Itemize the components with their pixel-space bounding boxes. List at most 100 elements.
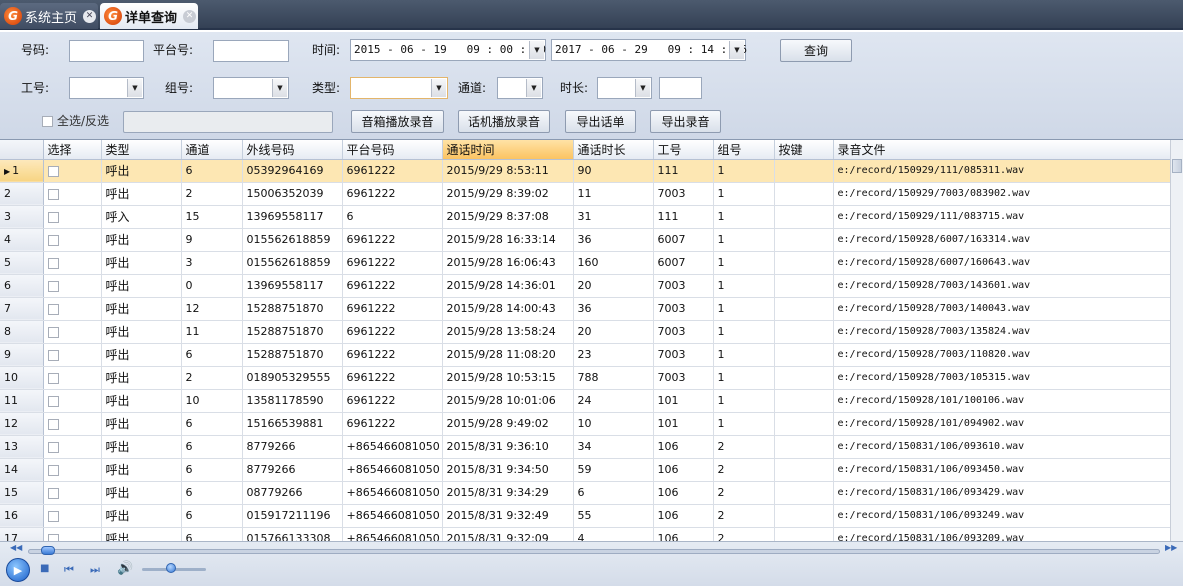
platform-input[interactable] — [213, 40, 289, 62]
table-row[interactable]: 15 呼出 6 08779266 +865466081050 2015/8/31 9:34… — [0, 481, 1171, 505]
column-header[interactable]: 类型 — [101, 140, 182, 160]
seek-bar[interactable] — [28, 549, 1160, 554]
chevron-down-icon[interactable]: ▼ — [526, 79, 541, 97]
row-number[interactable]: 9 — [0, 343, 44, 367]
row-number[interactable]: ▶ 1 — [0, 159, 44, 183]
row-checkbox[interactable] — [47, 395, 59, 407]
table-row[interactable]: 8 呼出 11 15288751870 6961222 2015/9/28 13:58:2… — [0, 320, 1171, 344]
row-number[interactable]: 2 — [0, 182, 44, 206]
table-row[interactable]: 16 呼出 6 015917211196 +865466081050 2015/8/31 … — [0, 504, 1171, 528]
close-icon[interactable]: ✕ — [83, 9, 97, 23]
row-checkbox[interactable] — [47, 326, 59, 338]
table-row[interactable]: 9 呼出 6 15288751870 6961222 2015/9/28 11:08:20… — [0, 343, 1171, 367]
volume-thumb[interactable] — [166, 563, 177, 573]
row-checkbox[interactable] — [47, 533, 59, 541]
speaker-play-button[interactable]: 音箱播放录音 — [351, 110, 444, 133]
row-number[interactable]: 13 — [0, 435, 44, 459]
close-icon[interactable]: ✕ — [183, 9, 197, 23]
table-row[interactable]: 5 呼出 3 015562618859 6961222 2015/9/28 16:06:4… — [0, 251, 1171, 275]
previous-icon[interactable]: ⏮ — [64, 563, 74, 577]
column-header[interactable]: 工号 — [653, 140, 714, 160]
row-checkbox[interactable] — [47, 487, 59, 499]
row-number[interactable]: 10 — [0, 366, 44, 390]
next-icon[interactable]: ⏭ — [90, 563, 100, 577]
column-header[interactable]: 组号 — [713, 140, 775, 160]
chevron-down-icon[interactable]: ▼ — [529, 41, 544, 59]
export-calls-button[interactable]: 导出话单 — [565, 110, 636, 133]
row-checkbox[interactable] — [47, 349, 59, 361]
seek-thumb[interactable] — [41, 546, 56, 555]
seek-forward-icon[interactable]: ▶▶ — [1165, 543, 1177, 552]
row-number[interactable]: 4 — [0, 228, 44, 252]
chevron-down-icon[interactable]: ▼ — [272, 79, 287, 97]
column-header[interactable]: 外线号码 — [242, 140, 343, 160]
row-checkbox[interactable] — [47, 165, 59, 177]
row-number[interactable]: 11 — [0, 389, 44, 413]
table-row[interactable]: 10 呼出 2 018905329555 6961222 2015/9/28 10:53:… — [0, 366, 1171, 390]
table-row[interactable]: 2 呼出 2 15006352039 6961222 2015/9/29 8:39:02 1… — [0, 182, 1171, 206]
scrollbar-thumb[interactable] — [1172, 159, 1182, 173]
column-header[interactable]: 通道 — [181, 140, 243, 160]
end-time-picker[interactable]: 2017 - 06 - 29 09 : 14 : 46 ▼ — [551, 39, 747, 61]
select-all-checkbox[interactable] — [42, 116, 53, 127]
row-checkbox[interactable] — [47, 234, 59, 246]
column-header[interactable]: 通话时长 — [573, 140, 654, 160]
export-recordings-button[interactable]: 导出录音 — [650, 110, 721, 133]
chevron-down-icon[interactable]: ▼ — [729, 41, 744, 59]
channel-select[interactable]: ▼ — [497, 77, 543, 99]
row-number[interactable]: 14 — [0, 458, 44, 482]
number-input[interactable] — [69, 40, 144, 62]
column-header[interactable]: 平台号码 — [342, 140, 443, 160]
column-header[interactable]: 选择 — [43, 140, 102, 160]
row-number[interactable]: 6 — [0, 274, 44, 298]
row-checkbox[interactable] — [47, 280, 59, 292]
table-row[interactable]: 7 呼出 12 15288751870 6961222 2015/9/28 14:00:4… — [0, 297, 1171, 321]
row-checkbox[interactable] — [47, 464, 59, 476]
table-row[interactable]: 11 呼出 10 13581178590 6961222 2015/9/28 10:01:… — [0, 389, 1171, 413]
row-checkbox[interactable] — [47, 211, 59, 223]
row-number[interactable]: 3 — [0, 205, 44, 229]
type-select[interactable]: ▼ — [350, 77, 448, 99]
row-checkbox[interactable] — [47, 303, 59, 315]
table-row[interactable]: ▶ 1 呼出 6 05392964169 6961222 2015/9/29 8:53:11… — [0, 159, 1171, 183]
table-row[interactable]: 12 呼出 6 15166539881 6961222 2015/9/28 9:49:02… — [0, 412, 1171, 436]
tab-home[interactable]: G 系统主页 ✕ — [0, 3, 98, 29]
start-time-picker[interactable]: 2015 - 06 - 19 09 : 00 : 00 ▼ — [350, 39, 546, 61]
job-select[interactable]: ▼ — [69, 77, 144, 99]
chevron-down-icon[interactable]: ▼ — [431, 79, 446, 97]
row-number[interactable]: 7 — [0, 297, 44, 321]
phone-play-button[interactable]: 话机播放录音 — [458, 110, 550, 133]
row-checkbox[interactable] — [47, 418, 59, 430]
tab-call-detail[interactable]: G 详单查询 ✕ — [100, 3, 198, 29]
row-checkbox[interactable] — [47, 510, 59, 522]
chevron-down-icon[interactable]: ▼ — [127, 79, 142, 97]
row-number[interactable]: 15 — [0, 481, 44, 505]
row-checkbox[interactable] — [47, 441, 59, 453]
column-header[interactable]: 通话时间 — [442, 140, 574, 160]
column-header[interactable]: 按键 — [774, 140, 834, 160]
row-number[interactable]: 17 — [0, 527, 44, 541]
table-row[interactable]: 13 呼出 6 8779266 +865466081050 2015/8/31 9:36:… — [0, 435, 1171, 459]
row-number[interactable]: 5 — [0, 251, 44, 275]
row-number[interactable]: 12 — [0, 412, 44, 436]
row-checkbox[interactable] — [47, 188, 59, 200]
table-row[interactable]: 17 呼出 6 015766133308 +865466081050 2015/8/31 … — [0, 527, 1171, 541]
play-icon[interactable]: ▶ — [6, 558, 30, 582]
row-number[interactable]: 8 — [0, 320, 44, 344]
duration-input[interactable] — [659, 77, 702, 99]
duration-operator-select[interactable]: ▼ — [597, 77, 652, 99]
table-row[interactable]: 3 呼入 15 13969558117 6 2015/9/29 8:37:08 31 111 1… — [0, 205, 1171, 229]
group-select[interactable]: ▼ — [213, 77, 289, 99]
row-checkbox[interactable] — [47, 372, 59, 384]
speaker-icon[interactable]: 🔊 — [117, 561, 133, 576]
row-checkbox[interactable] — [47, 257, 59, 269]
seek-back-icon[interactable]: ◀◀ — [10, 543, 22, 552]
column-header[interactable]: 录音文件 — [833, 140, 1171, 160]
table-row[interactable]: 6 呼出 0 13969558117 6961222 2015/9/28 14:36:01… — [0, 274, 1171, 298]
row-number[interactable]: 16 — [0, 504, 44, 528]
table-row[interactable]: 14 呼出 6 8779266 +865466081050 2015/8/31 9:34:… — [0, 458, 1171, 482]
vertical-scrollbar[interactable] — [1170, 140, 1183, 541]
table-row[interactable]: 4 呼出 9 015562618859 6961222 2015/9/28 16:33:1… — [0, 228, 1171, 252]
query-button[interactable]: 查询 — [780, 39, 852, 62]
chevron-down-icon[interactable]: ▼ — [635, 79, 650, 97]
